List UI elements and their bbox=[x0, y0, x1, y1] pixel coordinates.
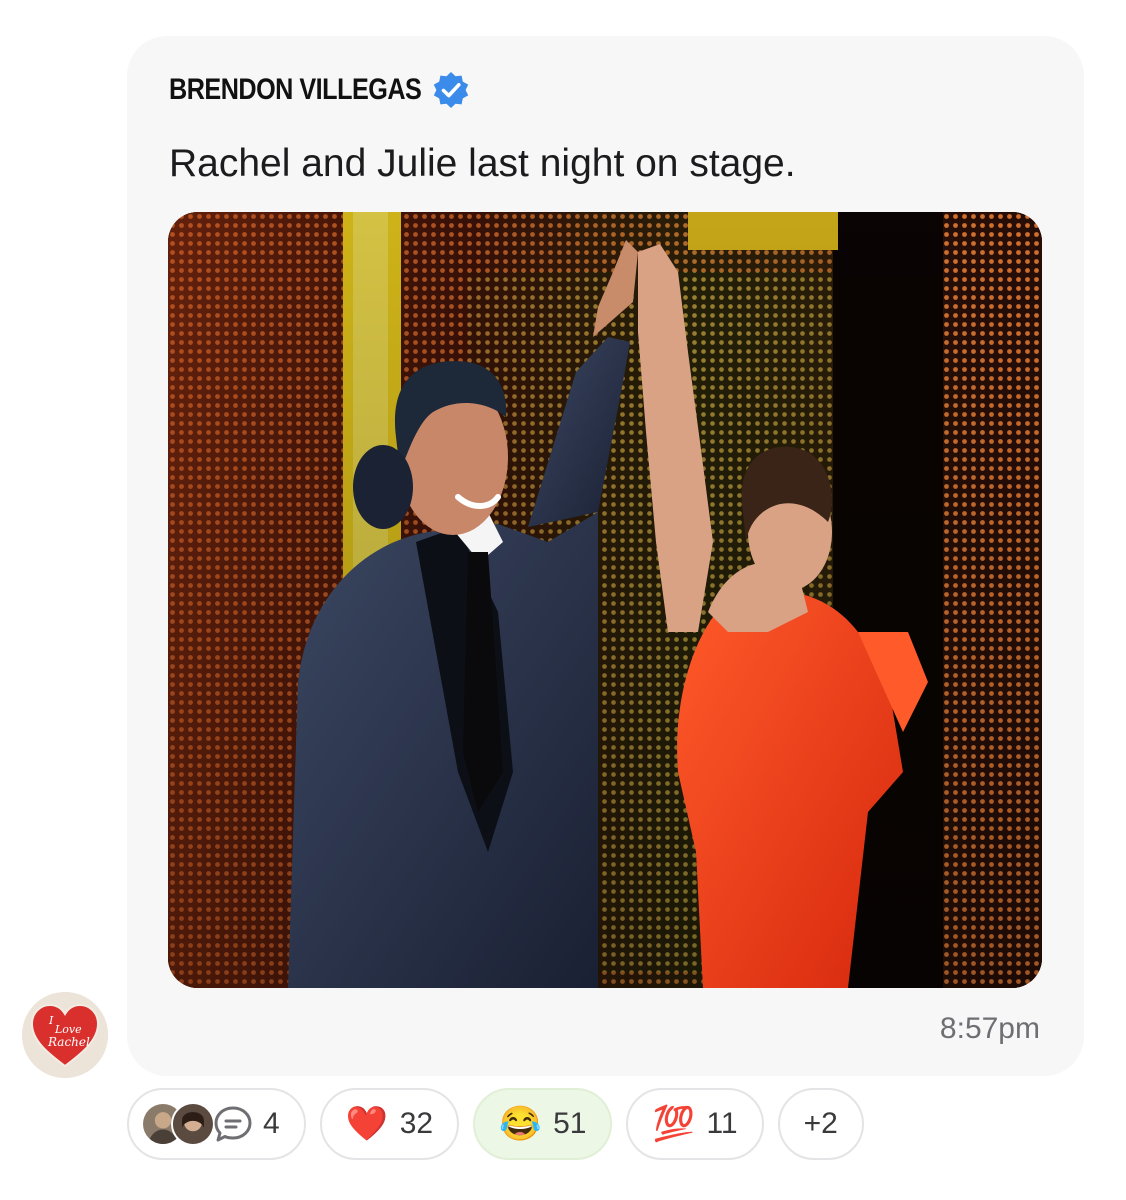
reactions-bar: 4 ❤️ 32 😂 51 💯 11 +2 bbox=[127, 1088, 864, 1160]
message-bubble[interactable]: BRENDON VILLEGAS Rachel and Julie last n… bbox=[127, 36, 1084, 1076]
more-reactions-count: +2 bbox=[803, 1107, 838, 1140]
message-timestamp: 8:57pm bbox=[939, 1012, 1040, 1045]
heart-logo-icon: I Love Rachel bbox=[22, 992, 108, 1078]
stage-photo-image bbox=[168, 212, 1042, 988]
replies-count: 4 bbox=[263, 1107, 280, 1140]
reaction-joy-pill[interactable]: 😂 51 bbox=[473, 1088, 613, 1160]
svg-text:I: I bbox=[48, 1014, 54, 1027]
heart-emoji-icon: ❤️ bbox=[345, 1105, 389, 1143]
reply-avatars bbox=[141, 1102, 215, 1146]
reaction-hundred-pill[interactable]: 💯 11 bbox=[626, 1088, 764, 1160]
reaction-hundred-count: 11 bbox=[706, 1107, 738, 1140]
hundred-emoji-icon: 💯 bbox=[652, 1105, 695, 1143]
sender-header: BRENDON VILLEGAS bbox=[169, 70, 471, 110]
svg-text:Rachel: Rachel bbox=[47, 1035, 90, 1049]
sender-name[interactable]: BRENDON VILLEGAS bbox=[169, 73, 422, 107]
replies-pill[interactable]: 4 bbox=[127, 1088, 306, 1160]
reply-avatar-2 bbox=[171, 1102, 215, 1146]
joy-emoji-icon: 😂 bbox=[499, 1105, 542, 1143]
speech-bubble-icon bbox=[214, 1106, 252, 1142]
verified-badge-icon bbox=[434, 72, 469, 108]
message-text: Rachel and Julie last night on stage. bbox=[169, 142, 796, 185]
more-reactions-pill[interactable]: +2 bbox=[777, 1088, 864, 1160]
reaction-heart-count: 32 bbox=[399, 1107, 434, 1140]
reaction-joy-count: 51 bbox=[553, 1107, 587, 1140]
reaction-heart-pill[interactable]: ❤️ 32 bbox=[319, 1088, 460, 1160]
sender-avatar[interactable]: I Love Rachel bbox=[22, 992, 108, 1078]
message-photo[interactable] bbox=[168, 212, 1042, 988]
